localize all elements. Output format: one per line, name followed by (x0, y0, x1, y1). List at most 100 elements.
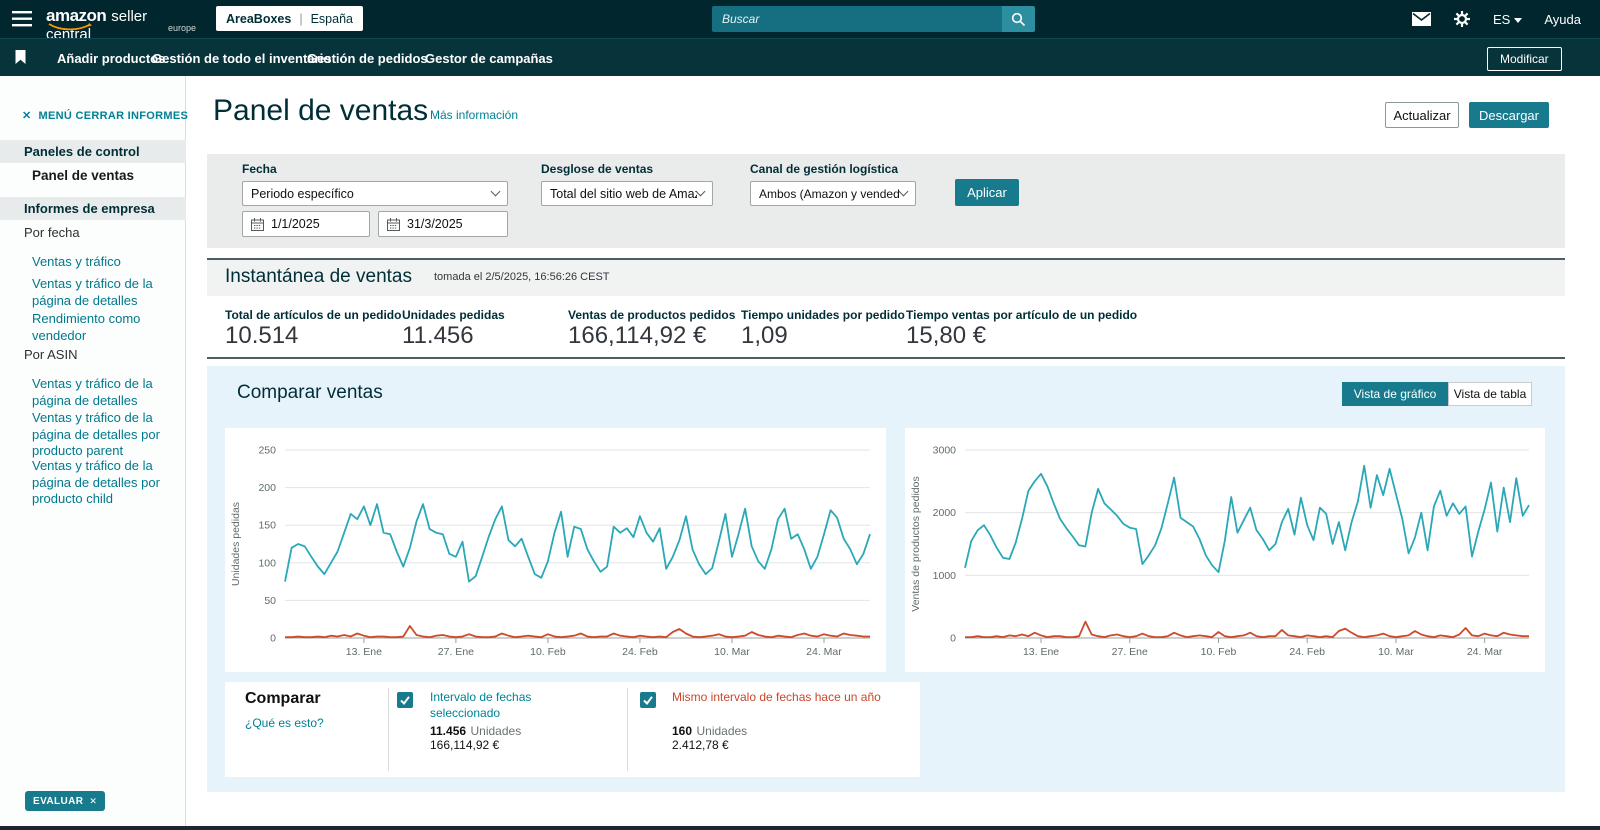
svg-text:13. Ene: 13. Ene (1023, 646, 1059, 658)
gear-icon (1453, 10, 1471, 28)
channel-value: Ambos (Amazon y vendedor) (759, 187, 900, 201)
product-sales-line-chart: 010002000300013. Ene27. Ene10. Feb24. Fe… (905, 428, 1545, 672)
calendar-icon (251, 218, 264, 231)
previous-year-amount: 2.412,78 € (672, 738, 729, 752)
sidebar-close-menu[interactable]: ✕MENÚ CERRAR INFORMES (22, 109, 188, 122)
search-button[interactable] (1002, 6, 1035, 32)
marketplace-separator: | (299, 12, 302, 26)
chevron-down-icon (491, 187, 501, 197)
sidebar-item-detail-page-parent[interactable]: Ventas y tráfico de la página de detalle… (32, 410, 178, 460)
units-word: Unidades (471, 724, 522, 738)
refresh-button[interactable]: Actualizar (1385, 102, 1459, 128)
subnav: Añadir productos Gestión de todo el inve… (0, 38, 1600, 76)
snapshot-timestamp: tomada el 2/5/2025, 16:56:26 CEST (434, 271, 610, 283)
metric-label: Tiempo unidades por pedido (741, 308, 905, 322)
logo-region: europe (168, 23, 196, 33)
check-icon (399, 694, 411, 706)
svg-text:100: 100 (258, 557, 276, 569)
messages-button[interactable] (1412, 12, 1431, 26)
metric-label: Total de artículos de un pedido (225, 308, 401, 322)
metric-value: 1,09 (741, 322, 905, 350)
amazon-smile-icon (48, 23, 92, 31)
svg-text:10. Mar: 10. Mar (714, 646, 750, 658)
sidebar-item-detail-page-by-asin[interactable]: Ventas y tráfico de la página de detalle… (32, 376, 178, 409)
metric-units-ordered: Unidades pedidas 11.456 (402, 308, 505, 350)
nav-manage-inventory[interactable]: Gestión de todo el inventario (152, 51, 331, 66)
svg-text:24. Feb: 24. Feb (1289, 646, 1325, 658)
svg-text:24. Mar: 24. Mar (806, 646, 842, 658)
seller-central-logo[interactable]: amazonseller central europe (46, 6, 196, 34)
svg-text:Unidades pedidas: Unidades pedidas (230, 502, 242, 586)
date-range-dropdown[interactable]: Periodo específico (242, 181, 508, 206)
nav-campaign-manager[interactable]: Gestor de campañas (425, 51, 553, 66)
search-input[interactable] (712, 6, 1002, 32)
svg-text:0: 0 (950, 633, 956, 645)
sidebar-group-by-date: Por fecha (24, 225, 80, 240)
bookmark-icon[interactable] (14, 49, 27, 70)
sidebar-section-business-reports: Informes de empresa (0, 197, 186, 220)
current-range-label[interactable]: Intervalo de fechas seleccionado (430, 690, 562, 721)
graph-view-button[interactable]: Vista de gráfico (1342, 382, 1448, 406)
previous-year-label[interactable]: Mismo intervalo de fechas hace un año (672, 690, 888, 706)
sidebar-item-seller-performance[interactable]: Rendimiento como vendedor (32, 311, 178, 344)
evaluate-label: EVALUAR (33, 796, 83, 807)
modify-button[interactable]: Modificar (1487, 47, 1562, 71)
divider (388, 688, 389, 771)
svg-text:150: 150 (258, 520, 276, 532)
date-from-value: 1/1/2025 (271, 217, 320, 231)
svg-text:2000: 2000 (933, 507, 957, 519)
language-selector[interactable]: ES (1493, 12, 1522, 27)
metric-units-per-order: Tiempo unidades por pedido 1,09 (741, 308, 905, 350)
sidebar-item-detail-page-child[interactable]: Ventas y tráfico de la página de detalle… (32, 458, 178, 508)
compare-legend-card: Comparar ¿Qué es esto? Intervalo de fech… (225, 682, 920, 777)
svg-text:0: 0 (270, 633, 276, 645)
date-range-value: Periodo específico (251, 187, 354, 201)
current-range-checkbox[interactable] (397, 692, 413, 708)
hamburger-menu-icon[interactable] (12, 11, 32, 32)
date-to-input[interactable]: 31/3/2025 (378, 211, 508, 237)
check-icon (642, 694, 654, 706)
svg-text:27. Ene: 27. Ene (1112, 646, 1148, 658)
svg-text:1000: 1000 (933, 570, 957, 582)
svg-text:200: 200 (258, 482, 276, 494)
date-from-input[interactable]: 1/1/2025 (242, 211, 370, 237)
units-number: 160 (672, 724, 692, 738)
svg-text:24. Feb: 24. Feb (622, 646, 658, 658)
sidebar-item-detail-page-sales-traffic[interactable]: Ventas y tráfico de la página de detalle… (32, 276, 178, 309)
sidebar-item-sales-traffic[interactable]: Ventas y tráfico (32, 254, 178, 271)
svg-text:27. Ene: 27. Ene (438, 646, 474, 658)
nav-add-products[interactable]: Añadir productos (57, 51, 165, 66)
settings-button[interactable] (1453, 10, 1471, 28)
help-link[interactable]: Ayuda (1544, 12, 1581, 27)
breakdown-dropdown[interactable]: Total del sitio web de Amazon (541, 181, 713, 206)
sidebar-group-by-asin: Por ASIN (24, 347, 77, 362)
previous-year-checkbox[interactable] (640, 692, 656, 708)
page-title: Panel de ventas (213, 94, 428, 128)
download-button[interactable]: Descargar (1469, 102, 1549, 128)
channel-filter-label: Canal de gestión logística (750, 162, 898, 176)
metric-value: 166,114,92 € (568, 322, 735, 350)
metric-label: Ventas de productos pedidos (568, 308, 735, 322)
chevron-down-icon (696, 187, 706, 197)
table-view-button[interactable]: Vista de tabla (1448, 382, 1532, 406)
mail-icon (1412, 12, 1431, 26)
compare-sales-title: Comparar ventas (237, 382, 383, 404)
channel-dropdown[interactable]: Ambos (Amazon y vendedor) (750, 181, 916, 206)
svg-text:250: 250 (258, 445, 276, 457)
sidebar-item-sales-dashboard[interactable]: Panel de ventas (32, 168, 134, 183)
apply-button[interactable]: Aplicar (955, 179, 1019, 206)
date-to-value: 31/3/2025 (407, 217, 463, 231)
nav-manage-orders[interactable]: Gestión de pedidos (307, 51, 428, 66)
more-info-link[interactable]: Más información (430, 108, 518, 122)
metric-value: 15,80 € (906, 322, 1137, 350)
section-divider (207, 357, 1565, 359)
top-bar: amazonseller central europe AreaBoxes | … (0, 0, 1600, 38)
marketplace-switcher[interactable]: AreaBoxes | España (216, 6, 363, 31)
search-icon (1011, 12, 1026, 27)
evaluate-badge[interactable]: EVALUAR ✕ (25, 791, 105, 811)
what-is-this-link[interactable]: ¿Qué es esto? (245, 716, 324, 730)
svg-text:10. Feb: 10. Feb (1201, 646, 1237, 658)
units-ordered-line-chart: 05010015020025013. Ene27. Ene10. Feb24. … (225, 428, 886, 672)
breakdown-value: Total del sitio web de Amazon (550, 187, 697, 201)
metric-sales-per-item: Tiempo ventas por artículo de un pedido … (906, 308, 1137, 350)
